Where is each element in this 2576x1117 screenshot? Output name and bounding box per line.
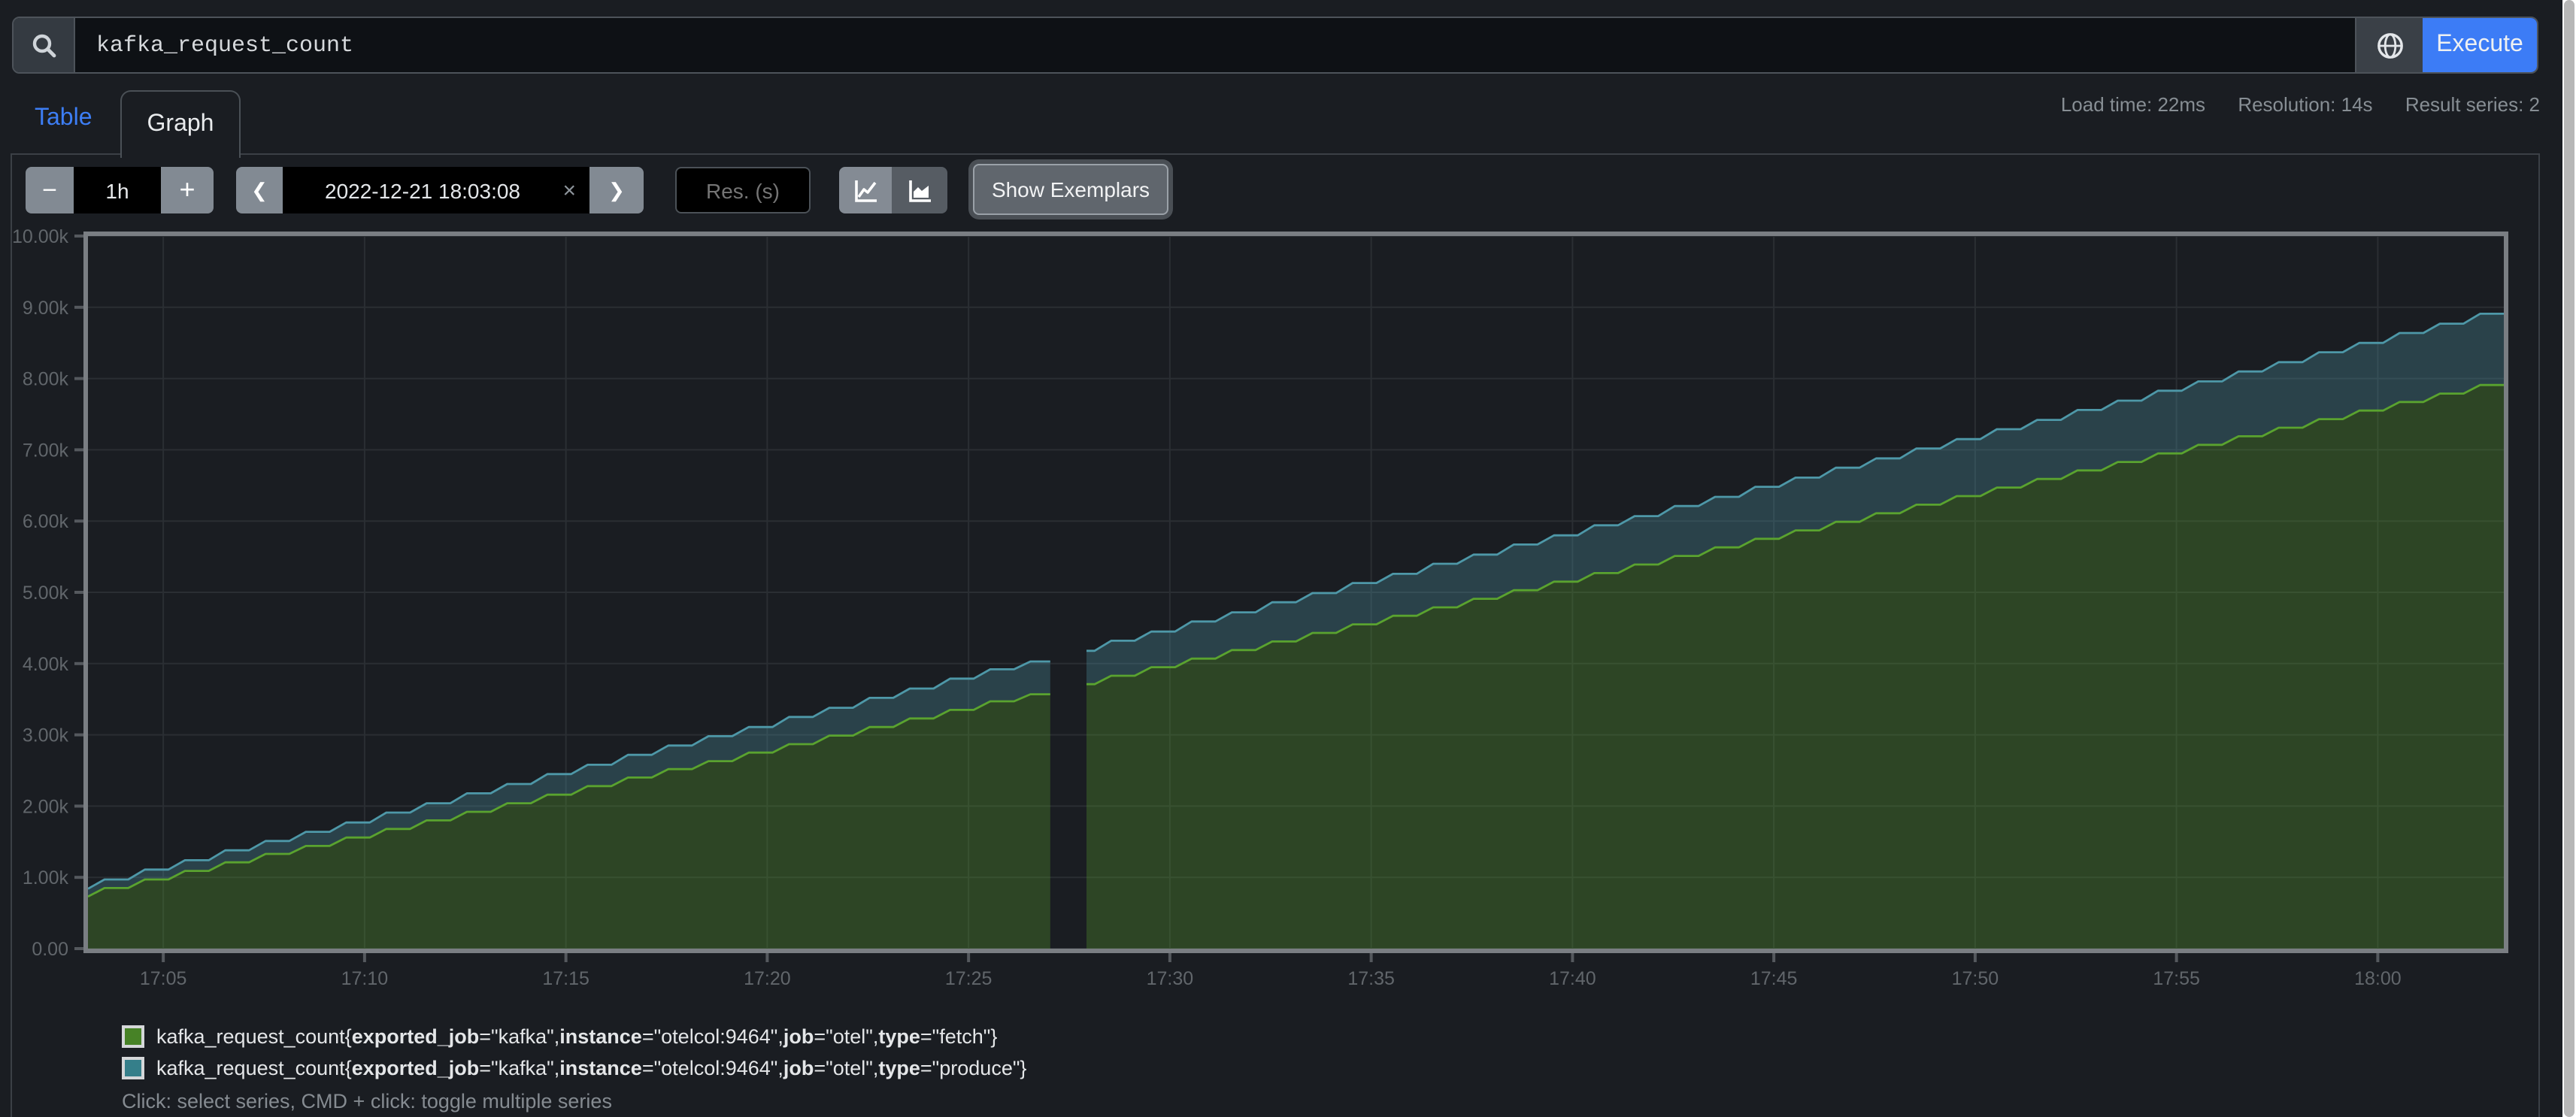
scrollbar-thumb[interactable] bbox=[2564, 0, 2574, 1117]
datetime-value: 2022-12-21 18:03:08 bbox=[325, 178, 547, 202]
svg-text:17:55: 17:55 bbox=[2153, 968, 2200, 989]
svg-text:17:20: 17:20 bbox=[744, 968, 791, 989]
execute-button[interactable]: Execute bbox=[2423, 18, 2537, 72]
resolution-input[interactable] bbox=[675, 167, 811, 213]
graph-panel: − + ❮ 2022-12-21 18:03:08 × ❯ bbox=[11, 153, 2540, 1117]
svg-text:17:05: 17:05 bbox=[140, 968, 187, 989]
svg-text:10.00k: 10.00k bbox=[12, 226, 68, 247]
tab-graph[interactable]: Graph bbox=[120, 90, 241, 158]
series-swatch bbox=[122, 1025, 144, 1048]
clear-datetime-icon[interactable]: × bbox=[562, 177, 576, 203]
svg-text:6.00k: 6.00k bbox=[23, 511, 69, 532]
legend-entry[interactable]: kafka_request_count{exported_job="kafka"… bbox=[122, 1021, 1026, 1052]
svg-text:8.00k: 8.00k bbox=[23, 369, 69, 390]
range-input[interactable] bbox=[74, 167, 161, 213]
range-decrease-button[interactable]: − bbox=[26, 167, 74, 213]
svg-text:17:40: 17:40 bbox=[1549, 968, 1596, 989]
tab-table[interactable]: Table bbox=[35, 105, 92, 132]
prometheus-expression-browser: Execute Load time: 22ms Resolution: 14s … bbox=[0, 0, 2576, 1117]
svg-text:4.00k: 4.00k bbox=[23, 654, 69, 675]
range-control: − + bbox=[26, 167, 214, 213]
query-stats: Load time: 22ms Resolution: 14s Result s… bbox=[2034, 93, 2540, 116]
line-chart-toggle-button[interactable] bbox=[839, 167, 892, 213]
search-icon bbox=[31, 32, 56, 58]
query-bar: Execute bbox=[12, 17, 2538, 74]
query-input[interactable] bbox=[75, 18, 2355, 72]
datetime-input[interactable]: 2022-12-21 18:03:08 × bbox=[283, 167, 589, 213]
timezone-button[interactable] bbox=[2355, 18, 2423, 72]
legend-hint: Click: select series, CMD + click: toggl… bbox=[122, 1090, 612, 1112]
svg-text:17:30: 17:30 bbox=[1147, 968, 1194, 989]
svg-text:17:50: 17:50 bbox=[1952, 968, 1999, 989]
svg-text:17:45: 17:45 bbox=[1750, 968, 1798, 989]
show-exemplars-button[interactable]: Show Exemplars bbox=[973, 164, 1168, 215]
time-forward-button[interactable]: ❯ bbox=[589, 167, 644, 213]
svg-text:0.00: 0.00 bbox=[32, 939, 68, 960]
legend-entry[interactable]: kafka_request_count{exported_job="kafka"… bbox=[122, 1052, 1026, 1084]
globe-icon bbox=[2375, 31, 2404, 59]
search-addon bbox=[14, 18, 75, 72]
result-series: Result series: 2 bbox=[2405, 93, 2540, 116]
load-time: Load time: 22ms bbox=[2061, 93, 2205, 116]
stacked-area-icon bbox=[908, 178, 932, 202]
svg-text:17:35: 17:35 bbox=[1347, 968, 1395, 989]
line-chart-icon bbox=[853, 178, 877, 202]
stacked-area-chart[interactable]: 0.00 1.00k 2.00k 3.00k 4.00k 5.00k 6.00k 7.00k 8… bbox=[12, 215, 2529, 1057]
svg-text:2.00k: 2.00k bbox=[23, 796, 69, 817]
svg-text:5.00k: 5.00k bbox=[23, 583, 69, 604]
series-swatch bbox=[122, 1057, 144, 1079]
range-increase-button[interactable]: + bbox=[161, 167, 214, 213]
stacked-chart-toggle-button[interactable] bbox=[892, 167, 947, 213]
datetime-control: ❮ 2022-12-21 18:03:08 × ❯ bbox=[236, 167, 644, 213]
svg-text:17:15: 17:15 bbox=[542, 968, 589, 989]
svg-text:3.00k: 3.00k bbox=[23, 725, 69, 746]
resolution: Resolution: 14s bbox=[2238, 93, 2372, 116]
series-legend: kafka_request_count{exported_job="kafka"… bbox=[122, 1021, 1026, 1084]
svg-text:17:10: 17:10 bbox=[341, 968, 389, 989]
svg-text:18:00: 18:00 bbox=[2354, 968, 2402, 989]
svg-text:1.00k: 1.00k bbox=[23, 867, 69, 888]
chart-type-toggle bbox=[839, 167, 947, 213]
time-back-button[interactable]: ❮ bbox=[236, 167, 283, 213]
svg-text:7.00k: 7.00k bbox=[23, 440, 69, 461]
vertical-scrollbar[interactable] bbox=[2562, 0, 2576, 1117]
svg-text:17:25: 17:25 bbox=[945, 968, 993, 989]
svg-text:9.00k: 9.00k bbox=[23, 298, 69, 319]
